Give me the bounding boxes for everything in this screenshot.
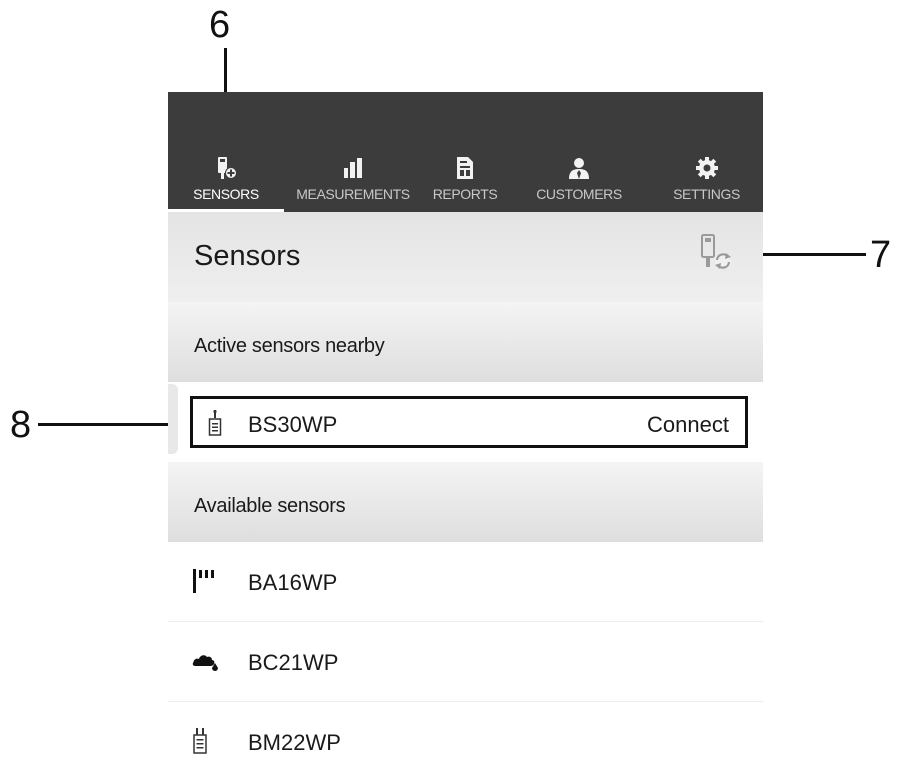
tab-reports[interactable]: REPORTS — [422, 92, 508, 212]
refresh-sensors-button[interactable] — [700, 234, 734, 272]
swipe-handle[interactable] — [168, 384, 178, 454]
tab-measurements[interactable]: MEASUREMENTS — [284, 92, 422, 212]
tab-measurements-label: MEASUREMENTS — [296, 186, 410, 202]
tab-sensors[interactable]: SENSORS — [168, 92, 284, 212]
tab-settings-label: SETTINGS — [673, 186, 740, 202]
callout-8: 8 — [10, 404, 32, 446]
section-title-active: Active sensors nearby — [194, 335, 385, 357]
list-item[interactable]: BC21WP — [168, 622, 763, 702]
top-navigation: SENSORS MEASUREMENTS REPORTS CUSTOMERS S… — [168, 92, 763, 212]
list-item[interactable]: BM22WP — [168, 702, 763, 758]
gear-icon — [695, 157, 718, 179]
sensor-name: BS30WP — [248, 412, 338, 437]
tab-reports-label: REPORTS — [432, 186, 498, 202]
sensor-name: BA16WP — [248, 570, 338, 595]
sensor-name: BC21WP — [248, 650, 339, 675]
sensor-plus-icon — [218, 157, 237, 179]
sensor-name: BM22WP — [248, 730, 341, 755]
signal-bars-icon — [193, 569, 214, 593]
callout-6: 6 — [209, 4, 231, 46]
list-item[interactable]: BA16WP — [168, 542, 763, 622]
active-sensors-list: BS30WP Connect — [168, 382, 763, 462]
report-icon — [457, 157, 473, 179]
sensor-refresh-icon — [701, 234, 731, 269]
tab-customers[interactable]: CUSTOMERS — [508, 92, 650, 212]
dual-probe-sensor-icon — [193, 728, 207, 754]
section-title-available: Available sensors — [194, 495, 346, 517]
tab-customers-label: CUSTOMERS — [536, 186, 622, 202]
connect-button[interactable]: Connect — [647, 412, 729, 438]
bar-chart-icon — [344, 158, 362, 178]
callout-7: 7 — [870, 234, 892, 276]
section-header-active: Active sensors nearby — [168, 302, 763, 382]
sensors-app: SENSORS MEASUREMENTS REPORTS CUSTOMERS S… — [168, 92, 763, 758]
probe-sensor-icon — [208, 410, 222, 436]
page-header: Sensors — [168, 212, 763, 302]
tab-sensors-label: SENSORS — [193, 186, 259, 202]
active-sensor-row[interactable]: BS30WP Connect — [190, 396, 748, 448]
section-header-available: Available sensors — [168, 462, 763, 542]
tab-settings[interactable]: SETTINGS — [650, 92, 763, 212]
page-title: Sensors — [194, 240, 301, 272]
person-icon — [569, 158, 589, 179]
cloud-drop-icon — [192, 655, 218, 671]
